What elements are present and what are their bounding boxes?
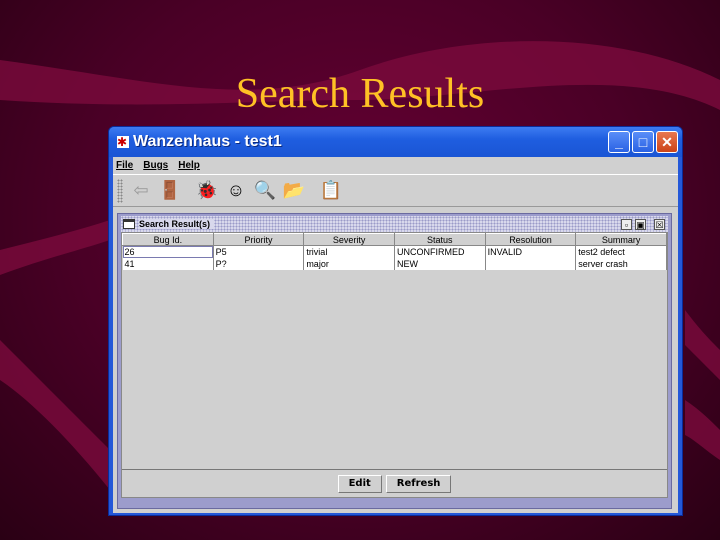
table-row[interactable]: 41 P? major NEW server crash: [122, 257, 667, 270]
frame-maximize-button[interactable]: ▣: [635, 218, 646, 230]
cell-status[interactable]: UNCONFIRMED: [394, 245, 486, 258]
column-header-priority[interactable]: Priority: [212, 233, 305, 246]
cell-summary[interactable]: test2 defect: [575, 245, 667, 258]
frame-body: Bug Id. Priority Severity Status Resolut…: [121, 232, 668, 498]
frame-close-button[interactable]: ☒: [654, 218, 665, 230]
button-bar: Edit Refresh: [122, 469, 667, 497]
search-icon[interactable]: 🔍: [251, 177, 279, 205]
column-header-bug-id[interactable]: Bug Id.: [122, 233, 214, 246]
cell-status[interactable]: NEW: [394, 257, 486, 270]
cell-bug-id[interactable]: 26: [122, 245, 214, 258]
window-client: File Bugs Help ⇦ 🚪 🐞 ☺ 🔍 📂 📋 Search Resu…: [113, 157, 678, 513]
cell-summary[interactable]: server crash: [575, 257, 667, 270]
face-icon[interactable]: ☺: [222, 177, 250, 205]
cell-bug-id[interactable]: 41: [122, 257, 214, 270]
user-guide-icon[interactable]: 📋: [317, 177, 345, 205]
column-header-status[interactable]: Status: [393, 233, 486, 246]
cell-priority[interactable]: P5: [213, 245, 305, 258]
refresh-button[interactable]: Refresh: [385, 474, 452, 493]
table-row[interactable]: 26 P5 trivial UNCONFIRMED INVALID test2 …: [122, 245, 667, 258]
column-header-summary[interactable]: Summary: [575, 233, 667, 246]
cell-resolution[interactable]: [485, 257, 577, 270]
slide-title: Search Results: [235, 71, 485, 117]
results-table: Bug Id. Priority Severity Status Resolut…: [122, 233, 667, 270]
bug-app-icon: ✱: [117, 135, 129, 149]
frame-titlebar[interactable]: Search Result(s) ▫ ▣ ☒: [121, 216, 668, 232]
door-icon[interactable]: 🚪: [156, 177, 184, 205]
menu-bugs[interactable]: Bugs: [143, 160, 168, 171]
window-titlebar[interactable]: ✱ Wanzenhaus - test1 _ □ ✕: [109, 127, 682, 157]
search-results-frame: Search Result(s) ▫ ▣ ☒ Bug Id. Priority …: [117, 213, 672, 509]
column-header-resolution[interactable]: Resolution: [484, 233, 577, 246]
window-title: Wanzenhaus - test1: [133, 133, 282, 150]
frame-window-icon: [123, 219, 135, 229]
cell-severity[interactable]: major: [303, 257, 395, 270]
toolbar-grip[interactable]: [117, 178, 123, 203]
cell-severity[interactable]: trivial: [303, 245, 395, 258]
maximize-button[interactable]: □: [632, 131, 654, 153]
frame-title: Search Result(s): [139, 219, 215, 229]
toolbar: ⇦ 🚪 🐞 ☺ 🔍 📂 📋: [113, 175, 678, 207]
frame-iconify-button[interactable]: ▫: [621, 218, 632, 230]
edit-button[interactable]: Edit: [337, 474, 382, 493]
close-button[interactable]: ✕: [656, 131, 678, 153]
menu-help[interactable]: Help: [178, 160, 200, 171]
folder-icon[interactable]: 📂: [280, 177, 308, 205]
cell-priority[interactable]: P?: [213, 257, 305, 270]
menu-file[interactable]: File: [116, 160, 133, 171]
logout-icon[interactable]: ⇦: [127, 177, 155, 205]
column-header-severity[interactable]: Severity: [303, 233, 395, 246]
app-window: ✱ Wanzenhaus - test1 _ □ ✕ File Bugs Hel…: [108, 126, 683, 516]
cell-resolution[interactable]: INVALID: [485, 245, 577, 258]
menu-bar: File Bugs Help: [113, 157, 678, 175]
minimize-button[interactable]: _: [608, 131, 630, 153]
bug-icon[interactable]: 🐞: [193, 177, 221, 205]
